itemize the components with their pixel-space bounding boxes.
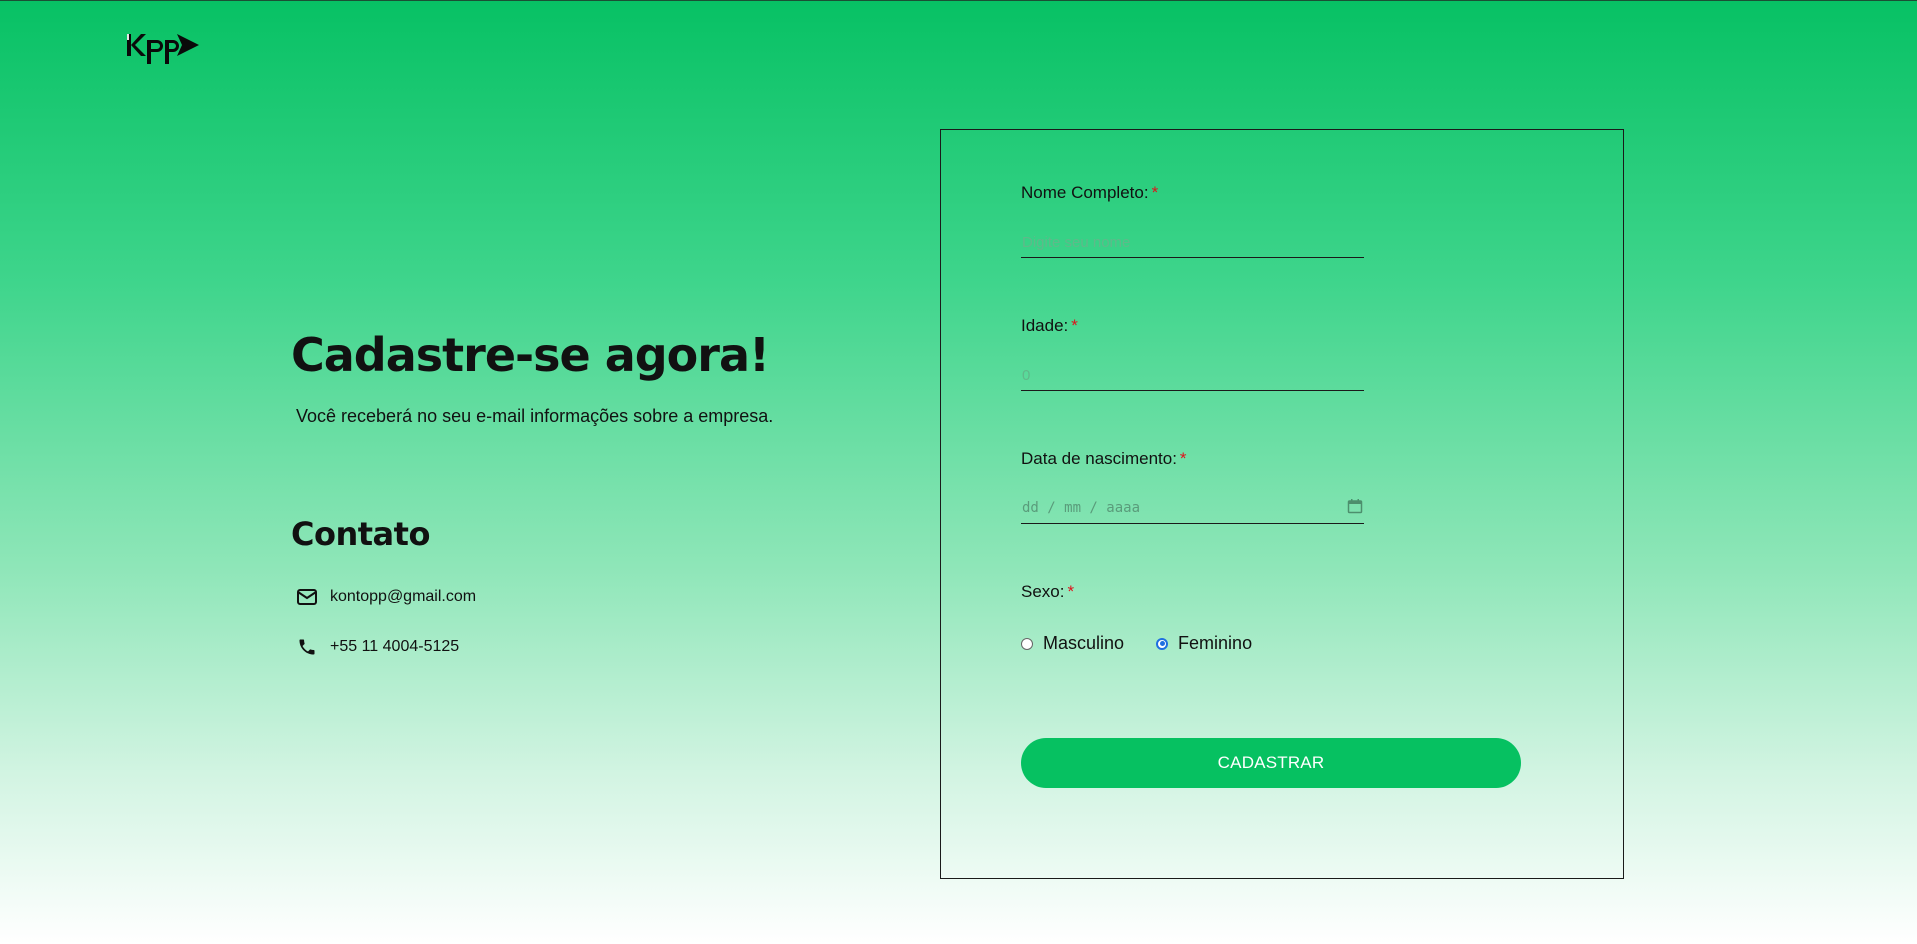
sexo-label: Sexo: * [1021,581,1364,603]
idade-label-text: Idade: [1021,316,1069,335]
calendar-icon[interactable] [1347,498,1363,518]
data-nascimento-input[interactable]: dd / mm / aaaa [1021,493,1364,524]
data-placeholder: dd / mm / aaaa [1022,500,1141,516]
nome-placeholder: Digite seu nome [1022,233,1131,251]
nome-label: Nome Completo: * [1021,182,1364,204]
hero-title: Cadastre-se agora! [291,328,770,382]
required-mark: * [1071,316,1078,335]
logo-icon [127,34,199,64]
field-nome: Nome Completo: * Digite seu nome [1021,182,1364,258]
radio-masculino-label: Masculino [1043,633,1125,653]
top-border-line [0,0,1917,1]
contact-email-text: kontopp@gmail.com [330,588,477,605]
kpp-logo[interactable] [127,30,199,66]
contact-phone[interactable]: +55 11 4004-5125 [296,636,459,658]
idade-label: Idade: * [1021,315,1364,337]
contact-email[interactable]: kontopp@gmail.com [296,586,476,608]
radio-feminino-circle[interactable] [1156,637,1169,650]
field-idade: Idade: * 0 [1021,315,1364,391]
nome-input[interactable]: Digite seu nome [1021,227,1364,258]
radio-feminino[interactable]: Feminino [1156,633,1252,654]
signup-form: Nome Completo: * Digite seu nome Idade: * … [940,129,1624,879]
sexo-radio-group: Masculino Feminino [1021,633,1364,654]
data-label: Data de nascimento: * [1021,448,1364,470]
radio-masculino[interactable]: Masculino [1021,633,1124,654]
sexo-label-text: Sexo: [1021,582,1065,601]
radio-feminino-label: Feminino [1178,633,1253,653]
contact-title: Contato [291,515,430,553]
idade-input[interactable]: 0 [1021,360,1364,391]
required-mark: * [1067,582,1075,601]
data-label-text: Data de nascimento: [1021,449,1177,468]
field-data-nascimento: Data de nascimento: * dd / mm / aaaa [1021,448,1364,524]
envelope-icon [296,586,318,608]
field-sexo: Sexo: * Masculino Feminino [1021,581,1364,654]
phone-icon [296,636,318,658]
contact-phone-text: +55 11 4004-5125 [330,638,460,655]
required-mark: * [1179,449,1187,468]
hero-section: Cadastre-se agora! Você receberá no seu … [291,320,891,430]
radio-masculino-circle[interactable] [1021,637,1033,650]
hero-subtitle: Você receberá no seu e-mail informações … [296,406,774,426]
nome-label-text: Nome Completo: [1021,183,1149,202]
idade-placeholder: 0 [1022,366,1031,384]
cadastrar-button[interactable]: CADASTRAR [1021,738,1521,788]
required-mark: * [1151,183,1159,202]
